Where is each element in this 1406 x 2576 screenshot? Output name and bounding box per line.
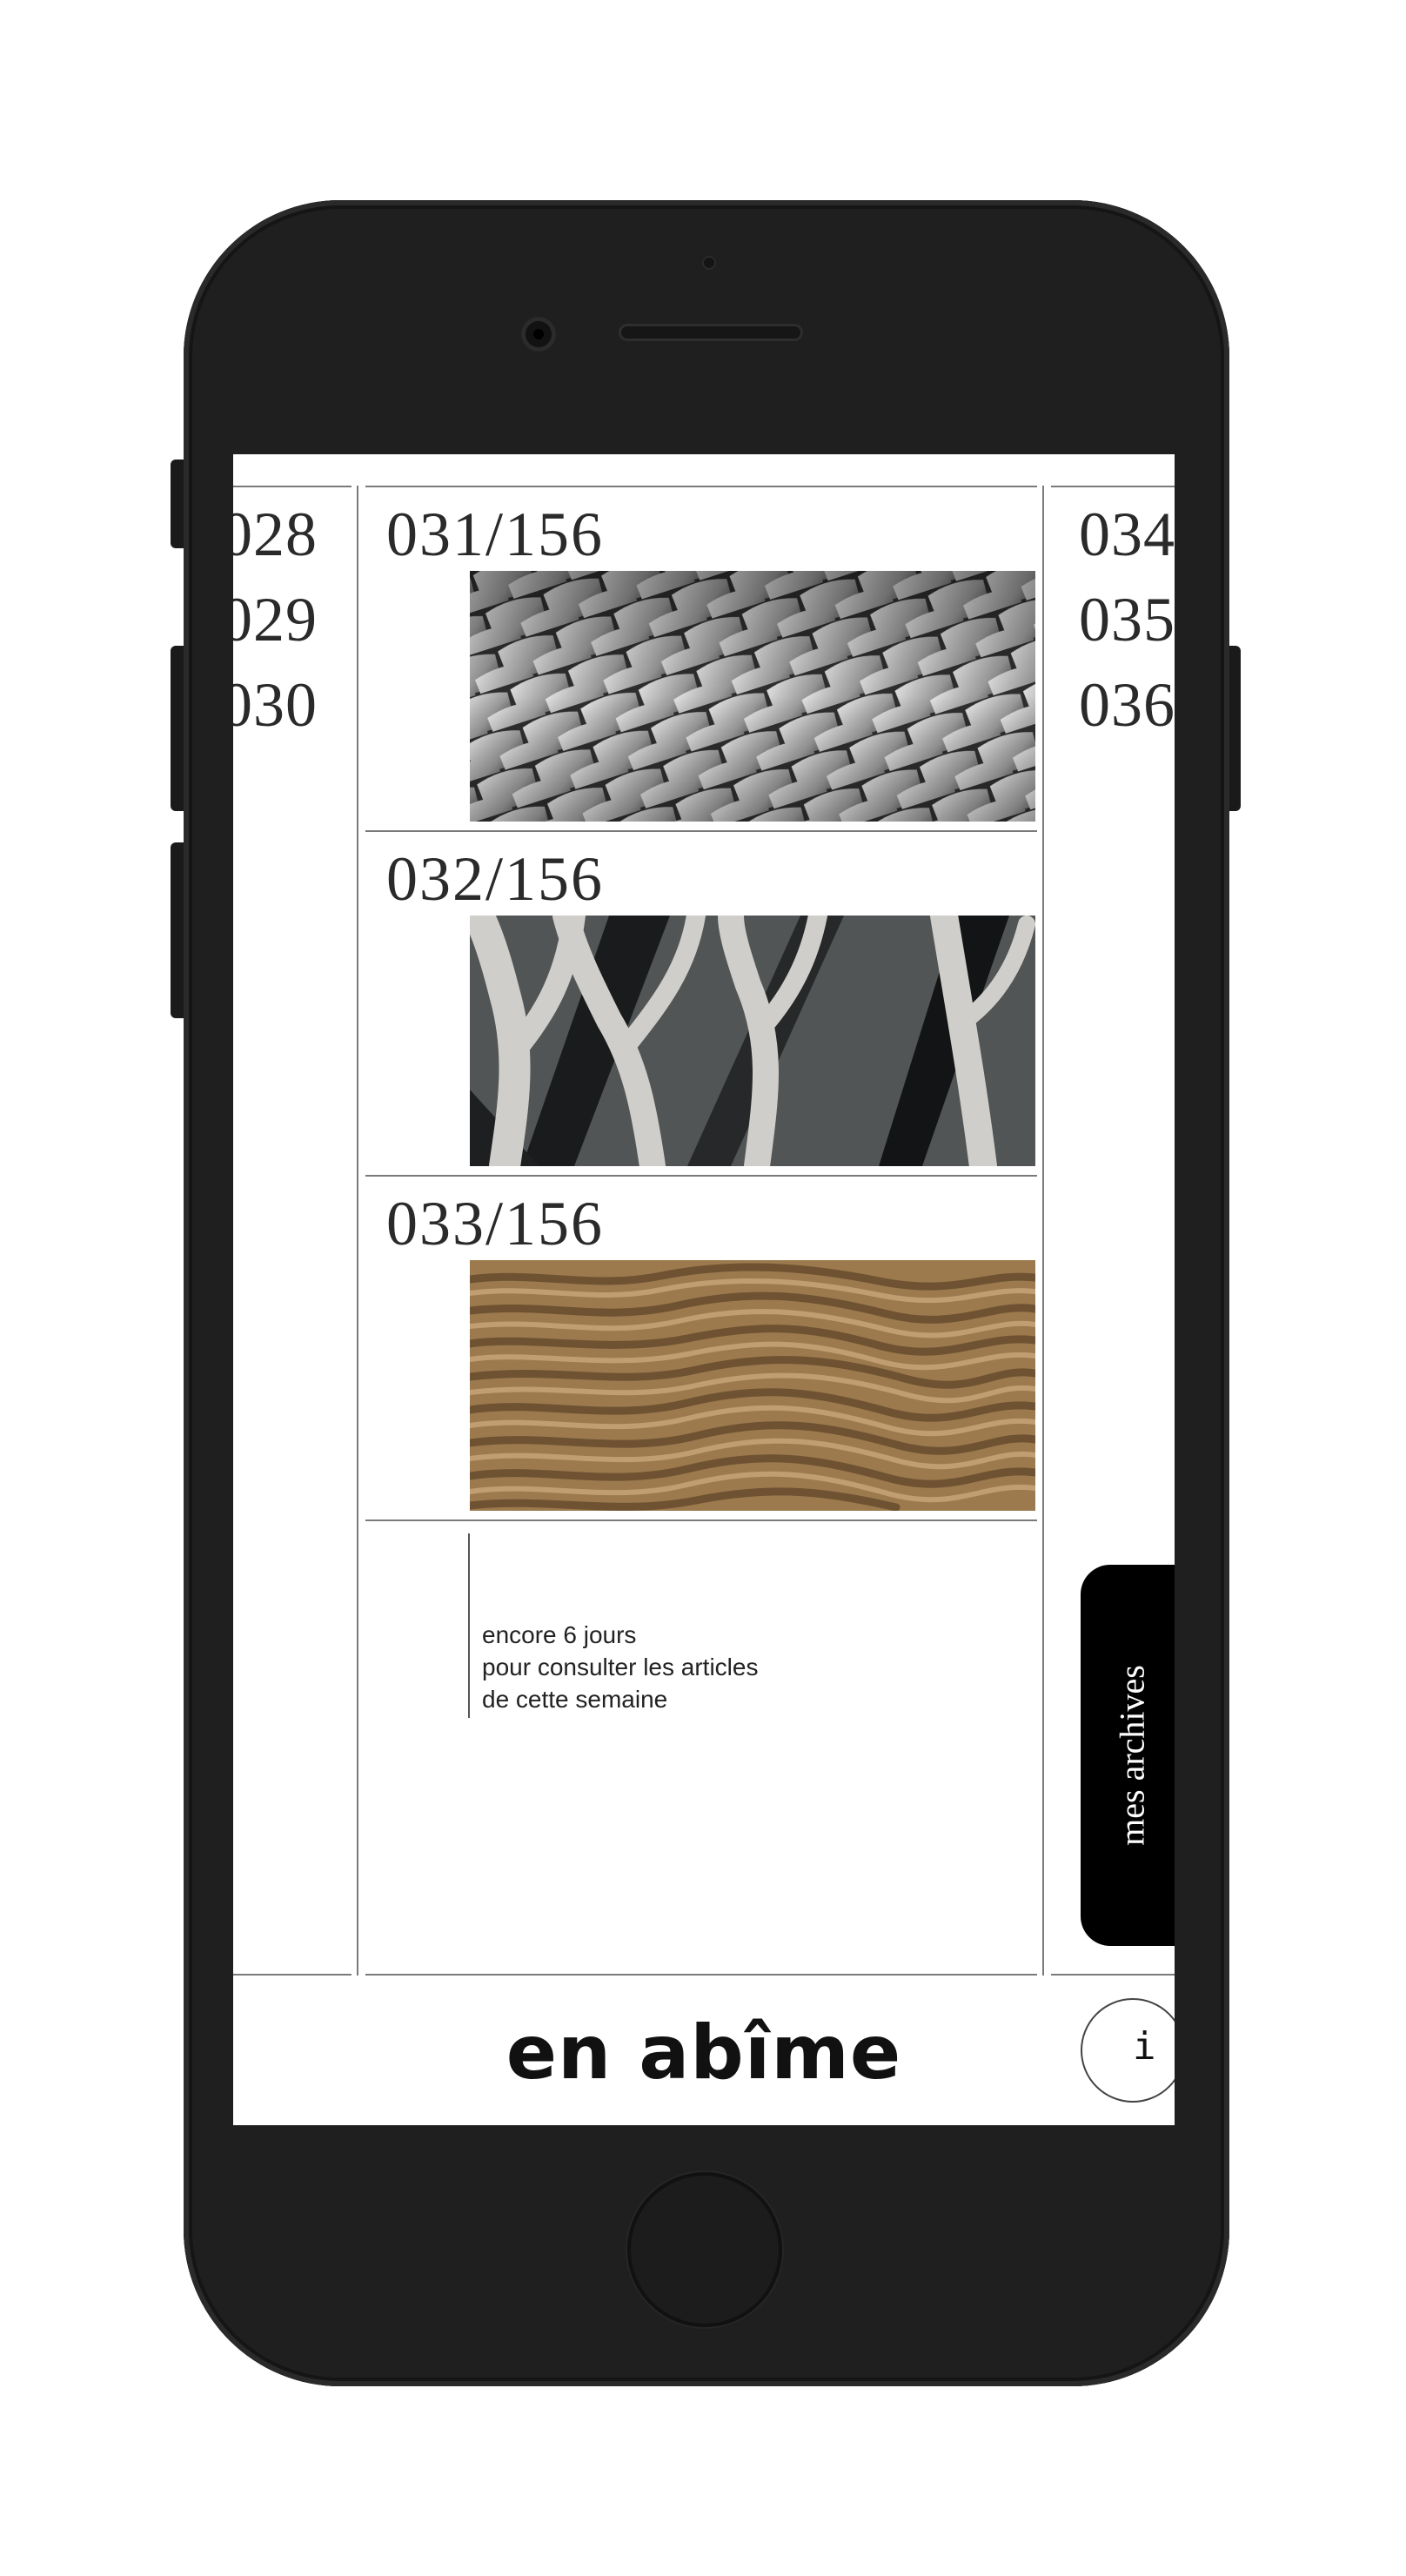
issue-link-035[interactable]: 035 <box>1079 588 1175 651</box>
divider <box>365 1974 1037 1976</box>
issue-link-029[interactable]: 029 <box>233 588 318 651</box>
column-divider-left <box>357 486 358 1976</box>
notice-rule <box>468 1533 470 1718</box>
fibers-image <box>470 916 1035 1166</box>
home-button <box>627 2172 782 2327</box>
issue-link-034[interactable]: 034 <box>1079 503 1175 566</box>
issue-link-030[interactable]: 030 <box>233 674 318 736</box>
divider <box>365 1519 1037 1521</box>
my-archives-label: mes archives <box>1112 1665 1152 1846</box>
notice-line-1: encore 6 jours <box>482 1621 637 1648</box>
column-divider-right <box>1042 486 1044 1976</box>
front-camera-icon <box>521 317 556 352</box>
issue-thumbnail-sand[interactable] <box>470 1260 1035 1511</box>
countdown-notice: encore 6 jours pour consulter les articl… <box>482 1619 758 1715</box>
earpiece-speaker <box>619 324 803 341</box>
divider <box>1051 1974 1175 1976</box>
proximity-sensor <box>702 256 716 270</box>
issue-link-028[interactable]: 028 <box>233 503 318 566</box>
info-icon: i <box>1133 2024 1156 2069</box>
brand-logo: en abîme <box>505 2009 902 2096</box>
divider <box>233 486 352 487</box>
divider <box>365 1175 1037 1177</box>
issue-number: 031/156 <box>386 500 605 569</box>
scales-image <box>470 571 1035 822</box>
notice-line-2: pour consulter les articles <box>482 1654 759 1680</box>
divider <box>1051 486 1175 487</box>
issue-number: 033/156 <box>386 1189 605 1258</box>
my-archives-tab[interactable]: mes archives <box>1081 1565 1175 1946</box>
issue-number: 032/156 <box>386 844 605 914</box>
issue-thumbnail-fibers[interactable] <box>470 916 1035 1166</box>
notice-line-3: de cette semaine <box>482 1686 668 1713</box>
issue-thumbnail-scales[interactable] <box>470 571 1035 822</box>
divider <box>233 1974 352 1976</box>
issue-link-036[interactable]: 036 <box>1079 674 1175 736</box>
divider <box>365 486 1037 487</box>
divider <box>365 830 1037 832</box>
info-button[interactable]: i <box>1081 1998 1175 2103</box>
app-screen: 028 029 030 034 035 036 031/156 032/156 … <box>233 454 1175 2125</box>
sand-image <box>470 1260 1035 1511</box>
